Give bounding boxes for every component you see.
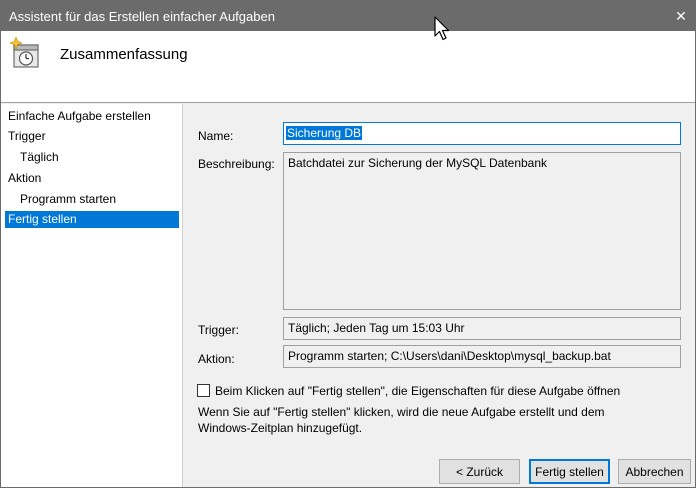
trigger-field[interactable]: Täglich; Jeden Tag um 15:03 Uhr [283, 317, 681, 340]
window-title: Assistent für das Erstellen einfacher Au… [9, 9, 275, 24]
action-value: Programm starten; C:\Users\dani\Desktop\… [288, 349, 611, 363]
info-text-line1: Wenn Sie auf "Fertig stellen" klicken, w… [198, 405, 605, 419]
finish-button[interactable]: Fertig stellen [529, 459, 610, 484]
description-label: Beschreibung: [198, 157, 275, 171]
open-properties-label[interactable]: Beim Klicken auf "Fertig stellen", die E… [215, 384, 620, 398]
wizard-steps-sidebar: Einfache Aufgabe erstellen Trigger Tägli… [1, 104, 183, 487]
trigger-value: Täglich; Jeden Tag um 15:03 Uhr [288, 321, 465, 335]
wizard-header: Zusammenfassung [1, 31, 695, 103]
sidebar-item-create-task[interactable]: Einfache Aufgabe erstellen [5, 108, 179, 125]
name-field[interactable]: Sicherung DB [283, 122, 681, 145]
sidebar-item-finish[interactable]: Fertig stellen [5, 211, 179, 228]
name-label: Name: [198, 129, 234, 143]
close-icon[interactable]: ✕ [667, 1, 695, 31]
page-title: Zusammenfassung [60, 46, 188, 63]
sidebar-item-trigger[interactable]: Trigger [5, 128, 179, 145]
description-field[interactable]: Batchdatei zur Sicherung der MySQL Daten… [283, 152, 681, 310]
wizard-window: Assistent für das Erstellen einfacher Au… [0, 0, 696, 488]
action-field[interactable]: Programm starten; C:\Users\dani\Desktop\… [283, 345, 681, 368]
mouse-pointer-icon [434, 16, 450, 41]
back-button[interactable]: < Zurück [439, 459, 520, 484]
sidebar-item-start-program[interactable]: Programm starten [5, 191, 179, 208]
name-value: Sicherung DB [286, 126, 363, 140]
task-scheduler-icon [9, 37, 39, 68]
sidebar-item-action[interactable]: Aktion [5, 170, 179, 187]
trigger-label: Trigger: [198, 323, 239, 337]
info-text-line2: Windows-Zeitplan hinzugefügt. [198, 421, 363, 435]
cancel-button[interactable]: Abbrechen [618, 459, 691, 484]
sidebar-item-daily[interactable]: Täglich [5, 149, 179, 166]
description-value: Batchdatei zur Sicherung der MySQL Daten… [288, 156, 548, 170]
title-bar[interactable]: Assistent für das Erstellen einfacher Au… [1, 1, 695, 31]
action-label: Aktion: [198, 352, 235, 366]
open-properties-checkbox[interactable] [197, 384, 210, 397]
